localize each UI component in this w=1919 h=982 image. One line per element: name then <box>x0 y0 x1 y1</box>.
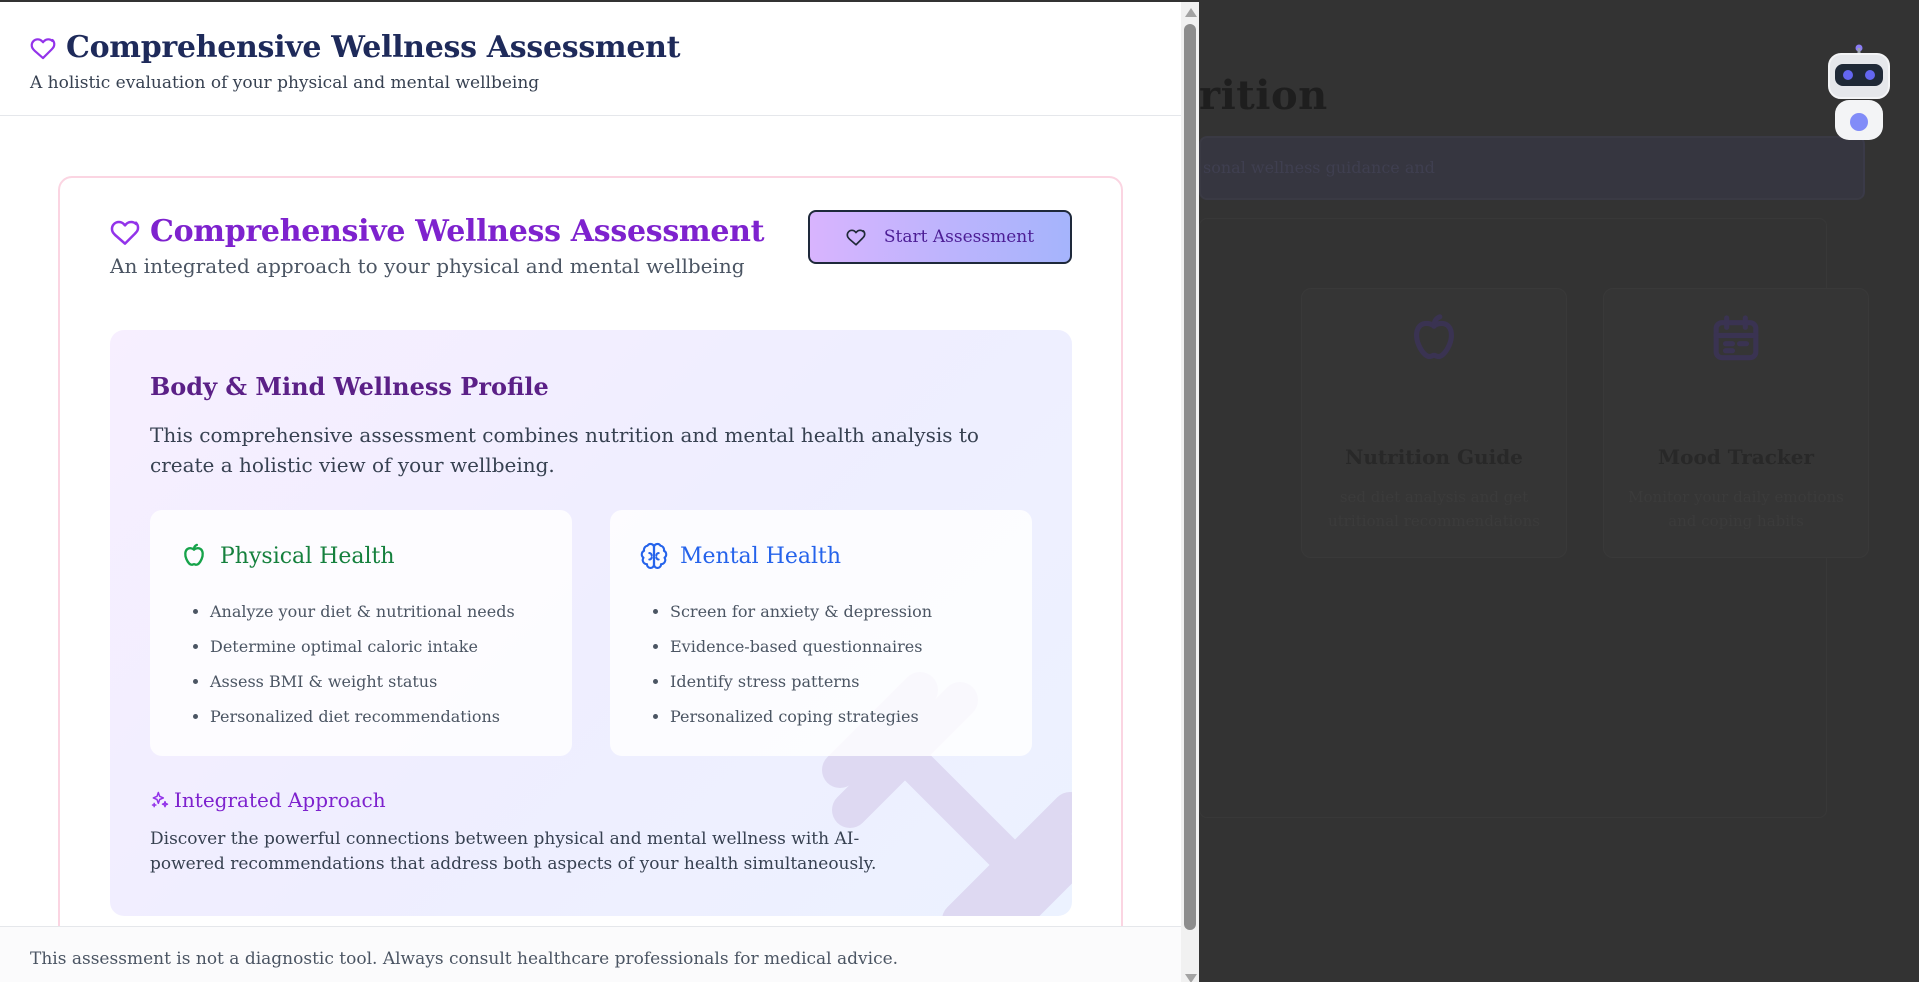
background-page-title: rition <box>1199 72 1328 119</box>
sparkles-icon <box>151 791 169 808</box>
physical-health-list: Analyze your diet & nutritional needs De… <box>210 594 515 734</box>
calendar-icon <box>1713 315 1759 361</box>
card-title-row: Comprehensive Wellness Assessment <box>110 214 765 249</box>
background-card-title: Mood Tracker <box>1658 445 1814 469</box>
integrated-approach-title: Integrated Approach <box>174 788 386 812</box>
background-card-title: Nutrition Guide <box>1345 445 1523 469</box>
scrollbar-thumb[interactable] <box>1184 24 1196 930</box>
modal-title-row: Comprehensive Wellness Assessment <box>30 30 681 65</box>
disclaimer-text: This assessment is not a diagnostic tool… <box>30 949 899 969</box>
profile-description: This comprehensive assessment combines n… <box>150 423 979 477</box>
mental-health-title: Mental Health <box>680 543 842 569</box>
list-item: Determine optimal caloric intake <box>210 629 515 664</box>
background-card-description: Monitor your daily emotions and coping h… <box>1628 488 1844 530</box>
start-assessment-button[interactable]: Start Assessment <box>808 210 1072 264</box>
list-item: Personalized diet recommendations <box>210 699 515 734</box>
card-title: Comprehensive Wellness Assessment <box>150 214 765 249</box>
mental-health-list: Screen for anxiety & depression Evidence… <box>670 594 932 734</box>
assessment-card: Comprehensive Wellness Assessment An int… <box>58 176 1123 982</box>
heart-icon <box>30 37 56 59</box>
wellness-assessment-modal: Comprehensive Wellness Assessment A holi… <box>0 2 1199 982</box>
background-banner: sonal wellness guidance and <box>1199 136 1865 200</box>
physical-health-card: Physical Health Analyze your diet & nutr… <box>150 510 572 756</box>
modal-title: Comprehensive Wellness Assessment <box>66 30 681 65</box>
background-card-mood: Mood Tracker Monitor your daily emotions… <box>1603 288 1869 558</box>
mental-health-card: Mental Health Screen for anxiety & depre… <box>610 510 1032 756</box>
background-card-nutrition: Nutrition Guide sed diet analysis and ge… <box>1301 288 1567 558</box>
list-item: Evidence-based questionnaires <box>670 629 932 664</box>
profile-title: Body & Mind Wellness Profile <box>150 372 549 401</box>
brain-icon <box>640 542 668 570</box>
heart-icon <box>110 220 140 245</box>
background-banner-text: sonal wellness guidance and <box>1203 158 1435 177</box>
modal-footer: This assessment is not a diagnostic tool… <box>0 926 1181 982</box>
modal-subtitle: A holistic evaluation of your physical a… <box>30 73 540 93</box>
card-subtitle: An integrated approach to your physical … <box>110 254 745 278</box>
scroll-down-arrow-icon[interactable] <box>1185 974 1197 982</box>
integrated-approach-description: Discover the powerful connections betwee… <box>150 829 877 874</box>
apple-icon <box>184 543 204 566</box>
wellness-profile-panel: Body & Mind Wellness Profile This compre… <box>110 330 1072 916</box>
robot-icon[interactable] <box>1827 42 1891 142</box>
physical-health-title: Physical Health <box>220 543 395 569</box>
heart-icon <box>846 229 866 246</box>
background-app: rition sonal wellness guidance and Nutri… <box>1199 0 1919 982</box>
start-assessment-label: Start Assessment <box>883 227 1035 247</box>
background-card-description: sed diet analysis and get utritional rec… <box>1328 488 1540 530</box>
list-item: Screen for anxiety & depression <box>670 594 932 629</box>
modal-header: Comprehensive Wellness Assessment A holi… <box>0 2 1181 116</box>
mental-health-header: Mental Health <box>640 542 841 570</box>
scroll-up-arrow-icon[interactable] <box>1185 8 1197 17</box>
list-item: Identify stress patterns <box>670 664 932 699</box>
list-item: Assess BMI & weight status <box>210 664 515 699</box>
integrated-approach-header: Integrated Approach <box>150 788 386 812</box>
list-item: Personalized coping strategies <box>670 699 932 734</box>
physical-health-header: Physical Health <box>180 542 395 570</box>
apple-icon <box>1414 314 1454 360</box>
list-item: Analyze your diet & nutritional needs <box>210 594 515 629</box>
modal-scrollbar[interactable] <box>1181 2 1199 982</box>
